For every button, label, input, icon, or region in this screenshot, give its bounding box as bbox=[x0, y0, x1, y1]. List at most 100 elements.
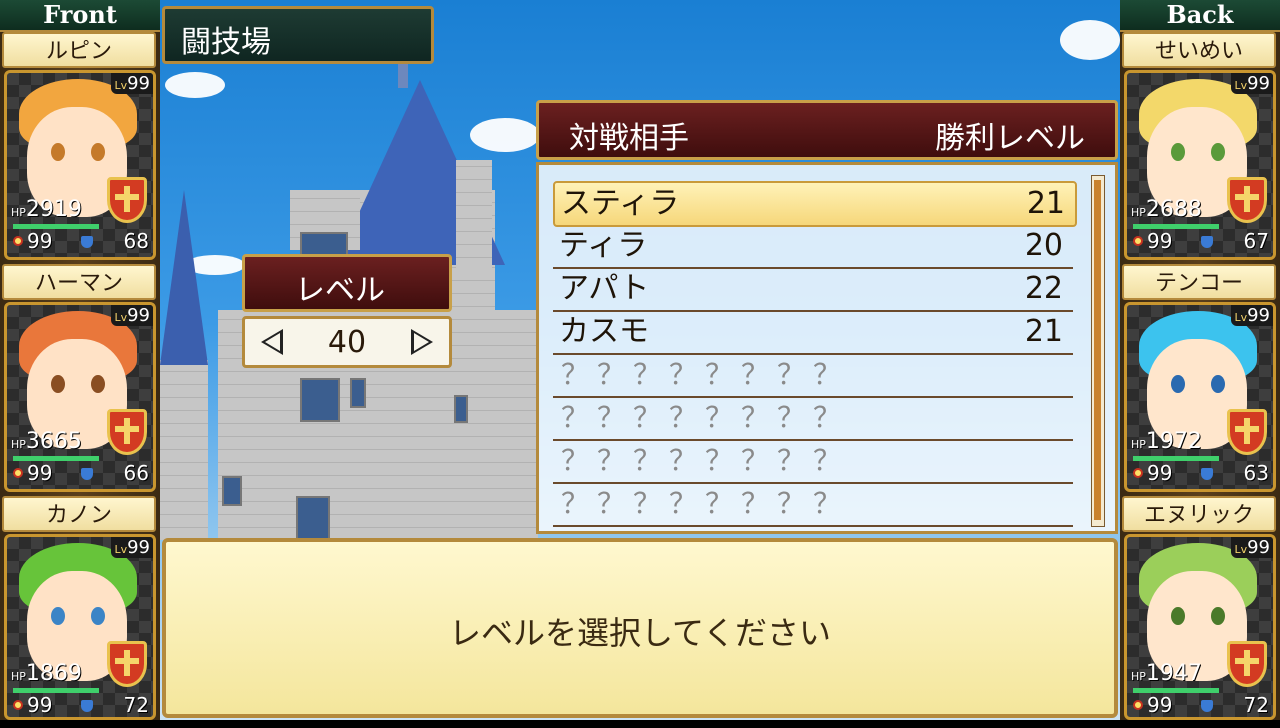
gem-icon bbox=[1201, 236, 1213, 248]
tp-value: 72 bbox=[123, 693, 149, 717]
level-badge: Lv99 bbox=[111, 537, 153, 558]
member-portrait: Lv99 HP2688 99 67 bbox=[1124, 70, 1276, 260]
scrollbar-thumb[interactable] bbox=[1094, 180, 1101, 520]
mp-value: 99 bbox=[27, 229, 53, 253]
member-stats: 99 63 bbox=[1131, 459, 1273, 489]
party-member-card[interactable]: せいめい Lv99 HP2688 99 67 bbox=[1120, 32, 1280, 264]
back-header: Back bbox=[1120, 0, 1280, 32]
level-badge: Lv99 bbox=[1231, 537, 1273, 558]
back-party-panel: Back せいめい Lv99 HP2688 99 67 テンコー Lv99 HP… bbox=[1120, 0, 1280, 720]
tp-value: 67 bbox=[1243, 229, 1269, 253]
opponent-row-locked[interactable]: ？？？？？？？？ bbox=[553, 354, 1073, 398]
opponent-column-header: 対戦相手 bbox=[569, 121, 689, 156]
level-badge: Lv99 bbox=[111, 73, 153, 94]
member-stats: 99 66 bbox=[11, 459, 153, 489]
member-stats: 99 72 bbox=[1131, 691, 1273, 717]
opponent-name: ？？？？？？？？ bbox=[561, 358, 850, 391]
member-name: せいめい bbox=[1122, 32, 1276, 68]
hp-value: HP1869 bbox=[11, 661, 82, 686]
member-portrait: Lv99 HP1869 99 72 bbox=[4, 534, 156, 720]
hp-value: HP2688 bbox=[1131, 197, 1202, 222]
opponent-win-level: 22 bbox=[1024, 271, 1063, 306]
party-member-card[interactable]: テンコー Lv99 HP1972 99 63 bbox=[1120, 264, 1280, 496]
tp-value: 72 bbox=[1243, 693, 1269, 717]
opponent-list-header: 対戦相手 勝利レベル bbox=[536, 100, 1118, 160]
level-badge: Lv99 bbox=[1231, 73, 1273, 94]
mp-value: 99 bbox=[1147, 461, 1173, 485]
hp-value: HP2919 bbox=[11, 197, 82, 222]
opponent-win-level: 21 bbox=[1026, 186, 1065, 221]
opponent-name: アパト bbox=[559, 271, 650, 306]
mp-orb-icon bbox=[1133, 468, 1143, 478]
opponent-row[interactable]: スティラ 21 bbox=[553, 181, 1077, 227]
shield-icon bbox=[107, 409, 147, 455]
opponent-name: スティラ bbox=[561, 186, 680, 221]
opponent-row-locked[interactable]: ？？？？？？？？ bbox=[553, 397, 1073, 441]
level-badge: Lv99 bbox=[111, 305, 153, 326]
mp-value: 99 bbox=[27, 461, 53, 485]
mp-orb-icon bbox=[1133, 236, 1143, 246]
opponent-win-level: 20 bbox=[1024, 228, 1063, 263]
member-portrait: Lv99 HP2919 99 68 bbox=[4, 70, 156, 260]
shield-icon bbox=[107, 177, 147, 223]
member-name: ルピン bbox=[2, 32, 156, 68]
arrow-right-icon[interactable] bbox=[411, 329, 433, 355]
mp-value: 99 bbox=[27, 693, 53, 717]
opponent-name: ティラ bbox=[559, 228, 648, 263]
mp-orb-icon bbox=[13, 236, 23, 246]
opponent-row[interactable]: ティラ 20 bbox=[553, 225, 1073, 269]
level-selector-header: レベル bbox=[242, 254, 452, 312]
mp-value: 99 bbox=[1147, 229, 1173, 253]
message-box: レベルを選択してください bbox=[162, 538, 1118, 718]
member-name: テンコー bbox=[1122, 264, 1276, 300]
gem-icon bbox=[81, 468, 93, 480]
opponent-list: スティラ 21 ティラ 20 アパト 22 カスモ 21 ？？？？？？？？ ？？… bbox=[536, 162, 1118, 534]
member-stats: 99 72 bbox=[11, 691, 153, 717]
scrollbar[interactable] bbox=[1091, 175, 1105, 527]
opponent-row-locked[interactable]: ？？？？？？？？ bbox=[553, 483, 1073, 527]
opponent-name: ？？？？？？？？ bbox=[561, 444, 850, 477]
tp-value: 68 bbox=[123, 229, 149, 253]
party-member-card[interactable]: ルピン Lv99 HP2919 99 68 bbox=[0, 32, 160, 264]
member-name: カノン bbox=[2, 496, 156, 532]
arrow-left-icon[interactable] bbox=[261, 329, 283, 355]
shield-icon bbox=[1227, 641, 1267, 687]
level-selector[interactable]: 40 bbox=[242, 316, 452, 368]
hp-value: HP3665 bbox=[11, 429, 82, 454]
opponent-win-level: 21 bbox=[1024, 314, 1063, 349]
member-stats: 99 68 bbox=[11, 227, 153, 257]
gem-icon bbox=[1201, 468, 1213, 480]
front-header: Front bbox=[0, 0, 160, 32]
party-member-card[interactable]: カノン Lv99 HP1869 99 72 bbox=[0, 496, 160, 728]
hp-value: HP1947 bbox=[1131, 661, 1202, 686]
gem-icon bbox=[81, 236, 93, 248]
screen-title-box: 闘技場 bbox=[162, 6, 434, 64]
win-level-column-header: 勝利レベル bbox=[935, 121, 1085, 156]
tp-value: 63 bbox=[1243, 461, 1269, 485]
opponent-name: カスモ bbox=[559, 314, 649, 349]
shield-icon bbox=[1227, 177, 1267, 223]
member-name: ハーマン bbox=[2, 264, 156, 300]
cloud bbox=[1060, 20, 1120, 60]
opponent-row[interactable]: アパト 22 bbox=[553, 268, 1073, 312]
opponent-row-locked[interactable]: ？？？？？？？？ bbox=[553, 440, 1073, 484]
level-badge: Lv99 bbox=[1231, 305, 1273, 326]
member-name: エヌリック bbox=[1122, 496, 1276, 532]
shield-icon bbox=[1227, 409, 1267, 455]
party-member-card[interactable]: ハーマン Lv99 HP3665 99 66 bbox=[0, 264, 160, 496]
shield-icon bbox=[107, 641, 147, 687]
gem-icon bbox=[1201, 700, 1213, 712]
message-text: レベルを選択してください bbox=[448, 614, 832, 652]
member-portrait: Lv99 HP3665 99 66 bbox=[4, 302, 156, 492]
opponent-name: ？？？？？？？？ bbox=[561, 487, 850, 520]
hp-value: HP1972 bbox=[1131, 429, 1202, 454]
screen-title: 闘技場 bbox=[181, 25, 271, 60]
cloud bbox=[165, 72, 225, 98]
party-member-card[interactable]: エヌリック Lv99 HP1947 99 72 bbox=[1120, 496, 1280, 728]
opponent-row[interactable]: カスモ 21 bbox=[553, 311, 1073, 355]
level-selector-label: レベル bbox=[295, 273, 385, 308]
opponent-name: ？？？？？？？？ bbox=[561, 401, 850, 434]
mp-value: 99 bbox=[1147, 693, 1173, 717]
gem-icon bbox=[81, 700, 93, 712]
mp-orb-icon bbox=[13, 468, 23, 478]
